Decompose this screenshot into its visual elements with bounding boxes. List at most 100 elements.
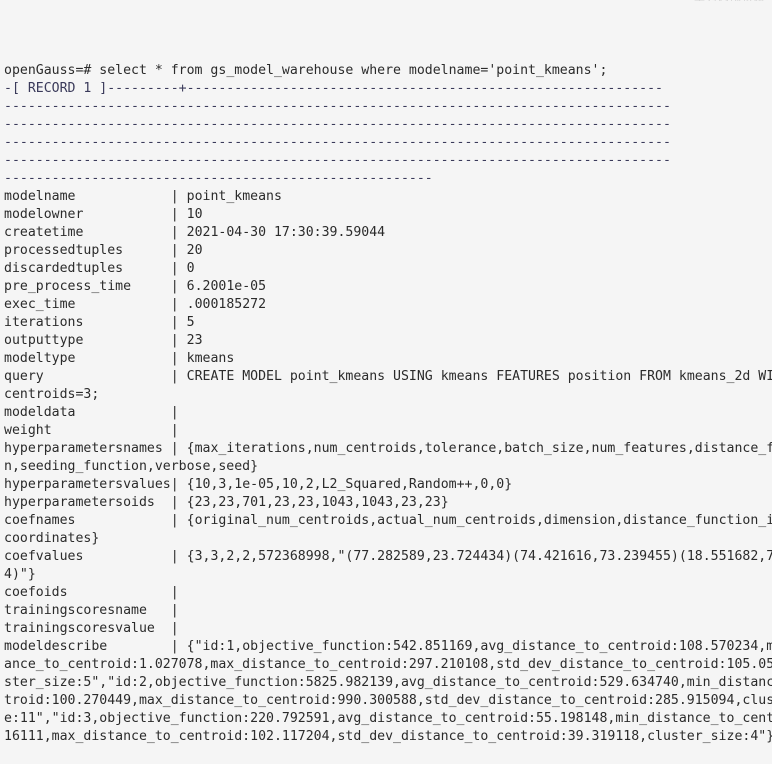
separator-line: ----------------------------------------… (4, 171, 433, 186)
record-row: modeltype | kmeans (4, 350, 772, 368)
field-value: point_kmeans (186, 189, 282, 204)
field-value: 0 (186, 261, 195, 276)
column-separator: | (170, 351, 187, 366)
column-separator: | (170, 495, 187, 510)
column-separator: | (170, 639, 187, 654)
field-value: kmeans (186, 351, 235, 366)
record-row: modelname | point_kmeans (4, 188, 772, 206)
terminal-output[interactable]: 华为内部资料 openGauss=# select * from gs_mode… (0, 0, 772, 744)
field-name: modelowner (4, 207, 171, 222)
record-row: weight | (4, 422, 772, 440)
field-name: modeldata (4, 405, 171, 420)
record-row: trainingscoresvalue | (4, 620, 772, 638)
field-name: coefvalues (4, 549, 171, 564)
field-name: pre_process_time (4, 279, 171, 294)
record-row: exec_time | .000185272 (4, 296, 772, 314)
field-name: hyperparametersoids (4, 495, 171, 510)
field-value: {original_num_centroids,actual_num_centr… (186, 513, 772, 528)
field-value: 2021-04-30 17:30:39.59044 (186, 225, 386, 240)
record-row-continuation: coordinates} (4, 530, 772, 548)
field-name: coefnames (4, 513, 171, 528)
record-row-continuation: centroids=3; (4, 386, 772, 404)
column-separator: | (170, 477, 187, 492)
separator-line: ----------------------------------------… (4, 117, 671, 132)
record-row: hyperparametersvalues| {10,3,1e-05,10,2,… (4, 476, 772, 494)
field-name: trainingscoresvalue (4, 621, 171, 636)
column-separator: | (170, 207, 187, 222)
record-row: coefnames | {original_num_centroids,actu… (4, 512, 772, 530)
separator-line: ----------------------------------------… (4, 135, 671, 150)
record-row: hyperparametersnames | {max_iterations,n… (4, 440, 772, 458)
field-value: 20 (186, 243, 203, 258)
column-separator: | (170, 333, 187, 348)
prompt-line: openGauss=# select * from gs_model_wareh… (4, 62, 772, 80)
field-value: {10,3,1e-05,10,2,L2_Squared,Random++,0,0… (186, 477, 513, 492)
column-separator: | (170, 405, 187, 420)
field-name: processedtuples (4, 243, 171, 258)
column-separator: | (170, 603, 187, 618)
field-value-continuation: troid:100.270449,max_distance_to_centroi… (4, 693, 772, 708)
field-name: outputtype (4, 333, 171, 348)
terminal-content: openGauss=# select * from gs_model_wareh… (4, 62, 772, 746)
column-separator: | (170, 585, 187, 600)
field-name: weight (4, 423, 171, 438)
record-row-continuation: ance_to_centroid:1.027078,max_distance_t… (4, 656, 772, 674)
field-name: hyperparametersvalues (4, 477, 171, 492)
record-row-continuation: n,seeding_function,verbose,seed} (4, 458, 772, 476)
field-value-continuation: n,seeding_function,verbose,seed} (4, 459, 259, 474)
column-separator: | (170, 513, 187, 528)
sql-command: select * from gs_model_warehouse where m… (99, 63, 608, 78)
column-separator: | (170, 315, 187, 330)
record-row-continuation: ster_size:5","id:2,objective_function:58… (4, 674, 772, 692)
record-row-continuation: 4)"} (4, 566, 772, 584)
field-value: 5 (186, 315, 195, 330)
record-row: query | CREATE MODEL point_kmeans USING … (4, 368, 772, 386)
field-value: {max_iterations,num_centroids,tolerance,… (186, 441, 772, 456)
column-separator: | (170, 369, 187, 384)
record-row: pre_process_time | 6.2001e-05 (4, 278, 772, 296)
column-separator: | (170, 189, 187, 204)
column-separator: | (170, 297, 187, 312)
field-value-continuation: ster_size:5","id:2,objective_function:58… (4, 675, 772, 690)
field-value: {3,3,2,2,572368998,"(77.282589,23.724434… (186, 549, 772, 564)
record-row: trainingscoresname | (4, 602, 772, 620)
record-row: createtime | 2021-04-30 17:30:39.59044 (4, 224, 772, 242)
field-name: createtime (4, 225, 171, 240)
separator-line: ----------------------------------------… (4, 153, 671, 168)
field-value: 6.2001e-05 (186, 279, 267, 294)
field-name: discardedtuples (4, 261, 171, 276)
field-value: CREATE MODEL point_kmeans USING kmeans F… (186, 369, 772, 384)
field-name: hyperparametersnames (4, 441, 171, 456)
field-value: {"id:1,objective_function:542.851169,avg… (186, 639, 772, 654)
record-row: coefvalues | {3,3,2,2,572368998,"(77.282… (4, 548, 772, 566)
record-row: discardedtuples | 0 (4, 260, 772, 278)
separator-line: ----------------------------------------… (4, 99, 671, 114)
record-row: modeldescribe | {"id:1,objective_functio… (4, 638, 772, 656)
field-name: coefoids (4, 585, 171, 600)
column-separator: | (170, 279, 187, 294)
field-name: trainingscoresname (4, 603, 171, 618)
field-name: modeltype (4, 351, 171, 366)
column-separator: | (170, 621, 187, 636)
prompt-label: openGauss=# (4, 63, 100, 78)
column-separator: | (170, 261, 187, 276)
column-separator: | (170, 225, 187, 240)
record-row-continuation: troid:100.270449,max_distance_to_centroi… (4, 692, 772, 710)
field-name: modelname (4, 189, 171, 204)
column-separator: | (170, 243, 187, 258)
field-value: {23,23,701,23,23,1043,1043,23,23} (186, 495, 449, 510)
field-name: iterations (4, 315, 171, 330)
field-value-continuation: 4)"} (4, 567, 36, 582)
field-value: 23 (186, 333, 203, 348)
record-header: -[ RECORD 1 ]---------+-----------------… (4, 81, 663, 96)
record-row: coefoids | (4, 584, 772, 602)
record-row: hyperparametersoids | {23,23,701,23,23,1… (4, 494, 772, 512)
field-name: modeldescribe (4, 639, 171, 654)
field-name: exec_time (4, 297, 171, 312)
record-row: processedtuples | 20 (4, 242, 772, 260)
record-row: modeldata | (4, 404, 772, 422)
watermark-text: 华为内部资料 (694, 0, 766, 1)
column-separator: | (170, 549, 187, 564)
field-value: .000185272 (186, 297, 267, 312)
field-name: query (4, 369, 171, 384)
